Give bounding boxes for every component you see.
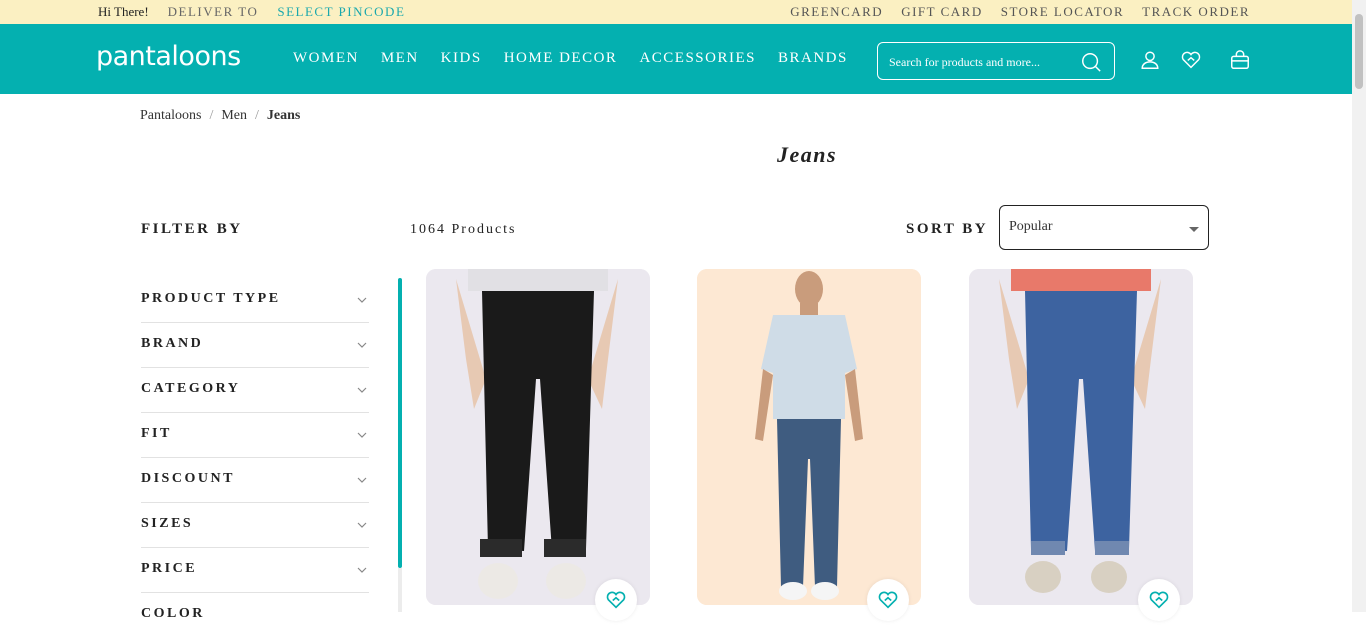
chevron-down-icon — [357, 432, 367, 438]
bag-icon[interactable] — [1229, 49, 1251, 71]
chevron-down-icon — [357, 522, 367, 528]
nav-women[interactable]: WOMEN — [293, 50, 359, 67]
filter-fit[interactable]: FIT — [141, 413, 369, 458]
scrollbar-thumb[interactable] — [1355, 14, 1363, 89]
nav-home-decor[interactable]: HOME DECOR — [504, 50, 618, 67]
heart-icon[interactable] — [1180, 49, 1202, 71]
heart-icon — [878, 591, 898, 609]
search-box — [877, 42, 1115, 80]
product-image — [426, 269, 650, 605]
main-nav: WOMEN MEN KIDS HOME DECOR ACCESSORIES BR… — [293, 50, 848, 67]
filter-category[interactable]: CATEGORY — [141, 368, 369, 413]
filter-label: FIT — [141, 426, 172, 441]
chevron-down-icon — [357, 477, 367, 483]
product-card-blue-jeans[interactable] — [969, 269, 1193, 605]
deliver-to-label: DELIVER TO — [167, 4, 259, 19]
filter-label: SIZES — [141, 516, 194, 531]
add-to-wishlist-button[interactable] — [595, 579, 637, 621]
page-scrollbar[interactable] — [1352, 0, 1366, 612]
chevron-down-icon — [357, 297, 367, 303]
select-pincode-link[interactable]: SELECT PINCODE — [277, 4, 405, 20]
page-title: Jeans — [776, 142, 838, 167]
product-image — [969, 269, 1193, 605]
pantaloons-logo[interactable]: pantaloons — [96, 41, 241, 72]
gift-card-link[interactable]: GIFT CARD — [901, 4, 983, 20]
nav-accessories[interactable]: ACCESSORIES — [639, 50, 756, 67]
search-input[interactable] — [887, 51, 1081, 73]
product-card-black-jeans[interactable] — [426, 269, 650, 605]
top-strip: Hi There! DELIVER TO SELECT PINCODE GREE… — [0, 0, 1366, 24]
product-card-model-jeans[interactable] — [697, 269, 921, 605]
add-to-wishlist-button[interactable] — [867, 579, 909, 621]
product-count: 1064 Products — [410, 222, 517, 237]
greencard-link[interactable]: GREENCARD — [790, 4, 883, 20]
filter-scroll-indicator[interactable] — [398, 278, 402, 568]
search-icon[interactable] — [1080, 51, 1102, 73]
filter-color[interactable]: COLOR — [141, 593, 369, 637]
sort-by-label: SORT BY — [906, 221, 989, 237]
main-header: pantaloons WOMEN MEN KIDS HOME DECOR ACC… — [0, 24, 1352, 94]
add-to-wishlist-button[interactable] — [1138, 579, 1180, 621]
filter-brand[interactable]: BRAND — [141, 323, 369, 368]
filter-sizes[interactable]: SIZES — [141, 503, 369, 548]
filter-label: BRAND — [141, 336, 204, 351]
filter-label: CATEGORY — [141, 381, 241, 396]
filter-price[interactable]: PRICE — [141, 548, 369, 593]
nav-men[interactable]: MEN — [381, 50, 419, 67]
nav-brands[interactable]: BRANDS — [778, 50, 848, 67]
chevron-down-icon — [357, 567, 367, 573]
user-icon[interactable] — [1139, 49, 1161, 71]
filter-list: PRODUCT TYPE BRAND CATEGORY FIT DISCOUNT… — [141, 278, 369, 637]
chevron-down-icon — [357, 387, 367, 393]
filter-label: PRODUCT TYPE — [141, 291, 281, 306]
sort-dropdown[interactable]: Popular — [999, 205, 1209, 250]
store-locator-link[interactable]: STORE LOCATOR — [1001, 4, 1124, 20]
breadcrumb-separator: / — [255, 108, 259, 123]
filter-by-heading: FILTER BY — [141, 221, 243, 237]
product-image — [697, 269, 921, 605]
filter-discount[interactable]: DISCOUNT — [141, 458, 369, 503]
heart-icon — [606, 591, 626, 609]
heart-icon — [1149, 591, 1169, 609]
chevron-down-icon — [357, 342, 367, 348]
breadcrumb-men[interactable]: Men — [221, 108, 247, 124]
breadcrumb-jeans: Jeans — [266, 108, 301, 123]
filter-label: DISCOUNT — [141, 471, 235, 486]
breadcrumb: Pantaloons / Men / Jeans — [140, 108, 300, 124]
breadcrumb-pantaloons[interactable]: Pantaloons — [140, 108, 201, 124]
filter-label: PRICE — [141, 561, 198, 576]
nav-kids[interactable]: KIDS — [441, 50, 482, 67]
filter-product-type[interactable]: PRODUCT TYPE — [141, 278, 369, 323]
greeting: Hi There! — [98, 4, 149, 19]
breadcrumb-separator: / — [209, 108, 214, 123]
sort-selected-value: Popular — [1009, 219, 1053, 234]
filter-label: COLOR — [141, 606, 205, 621]
caret-down-icon — [1189, 227, 1199, 232]
filter-scroll-track — [398, 568, 402, 612]
track-order-link[interactable]: TRACK ORDER — [1142, 4, 1250, 20]
